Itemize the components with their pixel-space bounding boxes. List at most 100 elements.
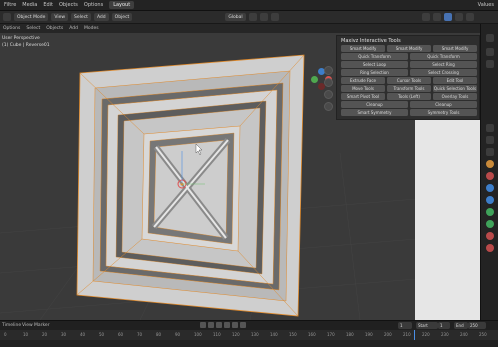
texture-tab-icon[interactable]: [486, 244, 494, 252]
property-tabs: [480, 24, 498, 320]
overlay-icon[interactable]: [421, 13, 430, 21]
tool-item[interactable]: Objects: [46, 26, 63, 31]
menu-right[interactable]: Values: [478, 2, 494, 8]
start-label: Start: [416, 322, 438, 329]
modifier-tab-icon[interactable]: [486, 172, 494, 180]
timeline-tick: 210: [403, 332, 411, 337]
tool-item[interactable]: Add: [69, 26, 78, 31]
play-icon[interactable]: [224, 322, 230, 328]
jump-end-icon[interactable]: [240, 322, 246, 328]
menu-item[interactable]: Edit: [43, 2, 53, 8]
collection-tab-icon[interactable]: [486, 148, 494, 156]
tool-button[interactable]: Quick Selection Tools: [433, 85, 477, 92]
perspective-icon[interactable]: [324, 102, 333, 111]
timeline-label[interactable]: Timeline: [2, 323, 21, 328]
world-tab-icon[interactable]: [486, 136, 494, 144]
tool-button[interactable]: Smart Modify: [433, 45, 477, 52]
tool-item[interactable]: Select: [26, 26, 40, 31]
timeline-tick: 170: [327, 332, 335, 337]
shading-solid-icon[interactable]: [443, 13, 452, 21]
view-menu[interactable]: View: [51, 13, 69, 21]
timeline-tick: 230: [441, 332, 449, 337]
tool-button[interactable]: Cleanup: [410, 101, 477, 108]
tool-button[interactable]: Quick Transform: [410, 53, 477, 60]
proportional-icon[interactable]: [270, 13, 279, 21]
timeline-tick: 240: [460, 332, 468, 337]
timeline-tick: 60: [118, 332, 124, 337]
current-frame[interactable]: 1: [398, 322, 412, 329]
marker-label[interactable]: Marker: [34, 323, 50, 328]
end-label: End: [454, 322, 468, 329]
timeline-tick: 160: [308, 332, 316, 337]
output-tab-icon[interactable]: [486, 60, 494, 68]
material-tab-icon[interactable]: [486, 232, 494, 240]
tool-button[interactable]: Extrude Face: [341, 77, 385, 84]
tool-item[interactable]: Options: [3, 26, 20, 31]
editor-type-icon[interactable]: [3, 13, 11, 21]
workspace-tab-layout[interactable]: Layout: [109, 1, 135, 9]
object-tab-icon[interactable]: [486, 160, 494, 168]
tool-button[interactable]: Edit Tool: [433, 77, 477, 84]
camera-icon[interactable]: [324, 90, 333, 99]
tool-button[interactable]: Select Loop: [341, 61, 408, 68]
select-menu[interactable]: Select: [71, 13, 91, 21]
data-tab-icon[interactable]: [486, 220, 494, 228]
scene-tab-icon[interactable]: [486, 124, 494, 132]
timeline-tick: 10: [23, 332, 29, 337]
particles-tab-icon[interactable]: [486, 184, 494, 192]
render-tab-icon[interactable]: [486, 48, 494, 56]
play-reverse-icon[interactable]: [216, 322, 222, 328]
xray-icon[interactable]: [432, 13, 441, 21]
view-label[interactable]: View: [22, 323, 33, 328]
tool-button[interactable]: Cleanup: [341, 101, 408, 108]
timeline-tick: 70: [137, 332, 143, 337]
physics-tab-icon[interactable]: [486, 196, 494, 204]
prev-key-icon[interactable]: [208, 322, 214, 328]
jump-start-icon[interactable]: [200, 322, 206, 328]
tool-button[interactable]: Ring Selection: [341, 69, 408, 76]
tool-button[interactable]: Move Tools: [341, 85, 385, 92]
tool-button[interactable]: Tools (Left): [387, 93, 431, 100]
pan-icon[interactable]: [324, 78, 333, 87]
pivot-icon[interactable]: [248, 13, 257, 21]
menu-item[interactable]: Options: [84, 2, 103, 8]
transform-orientation[interactable]: Global: [225, 13, 246, 21]
tool-button[interactable]: Overlay Tools: [433, 93, 477, 100]
timeline-tick: 130: [251, 332, 259, 337]
tool-button[interactable]: Select Ring: [410, 61, 477, 68]
gizmo-y-icon[interactable]: [311, 76, 318, 83]
timeline-tick: 110: [213, 332, 221, 337]
mode-select[interactable]: Object Mode: [14, 13, 49, 21]
end-value[interactable]: 250: [468, 322, 486, 329]
timeline-tick: 30: [61, 332, 67, 337]
constraints-tab-icon[interactable]: [486, 208, 494, 216]
start-value[interactable]: 1: [438, 322, 450, 329]
tool-button[interactable]: Quick Transform: [341, 53, 408, 60]
playhead[interactable]: [414, 330, 415, 340]
tool-item[interactable]: Modes: [84, 26, 99, 31]
tool-button[interactable]: Symmetry Tools: [410, 109, 477, 116]
tool-button[interactable]: Transform Tools: [387, 85, 431, 92]
add-menu[interactable]: Add: [93, 13, 109, 21]
tool-button[interactable]: Smart Pivot Tool: [341, 93, 385, 100]
snap-icon[interactable]: [259, 13, 268, 21]
timeline-tick: 200: [384, 332, 392, 337]
shading-rendered-icon[interactable]: [465, 13, 474, 21]
tool-button[interactable]: Select Crossing: [410, 69, 477, 76]
timeline-tick: 180: [346, 332, 354, 337]
menu-item[interactable]: Filtre: [4, 2, 16, 8]
tool-button[interactable]: Smart Symmetry: [341, 109, 408, 116]
tool-button[interactable]: Smart Modify: [341, 45, 385, 52]
menu-item[interactable]: Objects: [59, 2, 78, 8]
tool-button[interactable]: Smart Modify: [387, 45, 431, 52]
object-menu[interactable]: Object: [111, 13, 133, 21]
menu-item[interactable]: Media: [22, 2, 37, 8]
zoom-icon[interactable]: [324, 66, 333, 75]
tool-tab-icon[interactable]: [486, 34, 494, 42]
shading-material-icon[interactable]: [454, 13, 463, 21]
tool-button[interactable]: Cursor Tools: [387, 77, 431, 84]
next-key-icon[interactable]: [232, 322, 238, 328]
timeline-tick: 20: [42, 332, 48, 337]
timeline-tick: 220: [422, 332, 430, 337]
timeline-tick: 40: [80, 332, 86, 337]
